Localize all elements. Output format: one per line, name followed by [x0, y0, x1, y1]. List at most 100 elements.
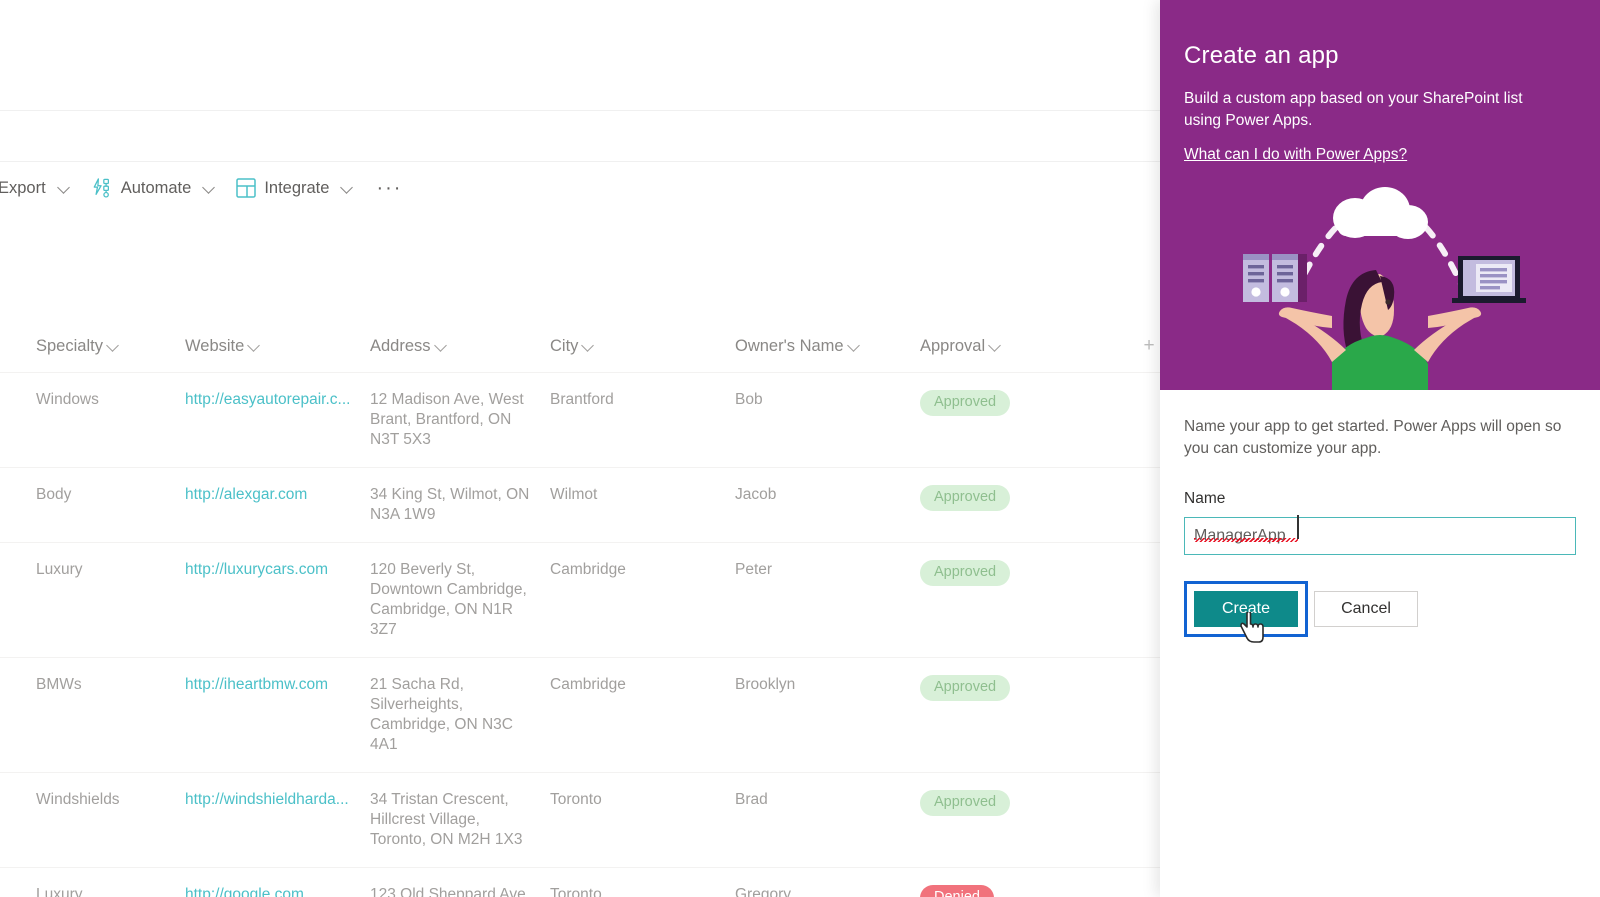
cell-city: Toronto [550, 886, 602, 897]
cell-website: http://windshieldharda... [185, 773, 370, 867]
cell-address: 120 Beverly St, Downtown Cambridge, Camb… [370, 561, 527, 638]
export-label: Export [0, 178, 46, 197]
cell-website: http://iheartbmw.com [185, 658, 370, 772]
cell-approval: Approved [920, 773, 1120, 867]
table-row[interactable]: Luxury http://luxurycars.com 120 Beverly S… [0, 542, 1160, 657]
integrate-button[interactable]: Integrate [226, 168, 364, 208]
chevron-down-icon [341, 182, 354, 195]
column-header-label: Owner's Name [735, 336, 844, 355]
add-column-icon[interactable]: + [1140, 336, 1158, 355]
status-badge: Denied [920, 885, 994, 897]
divider-top [0, 110, 1160, 111]
list-toolbar: Export Automate Integrate ··· [0, 165, 1160, 211]
cell-owner-name: Jacob [735, 486, 777, 503]
chevron-down-icon [107, 340, 120, 353]
server-icon [1243, 254, 1307, 302]
status-badge: Approved [920, 390, 1011, 416]
panel-title: Create an app [1184, 42, 1339, 69]
panel-body-description: Name your app to get started. Power Apps… [1184, 418, 1562, 457]
chevron-down-icon [248, 340, 261, 353]
website-link[interactable]: http://iheartbmw.com [185, 676, 328, 693]
status-badge: Approved [920, 790, 1011, 816]
list-table: Specialty Website Address City Owner's N… [0, 320, 1160, 897]
name-field-label: Name [1184, 490, 1226, 507]
cell-owner-name: Peter [735, 561, 773, 578]
create-button[interactable]: Create [1194, 591, 1298, 627]
cell-website: http://google.com [185, 868, 370, 897]
cell-approval: Approved [920, 658, 1120, 772]
cell-specialty: Windows [36, 391, 99, 408]
create-app-panel: Create an app Build a custom app based o… [1160, 0, 1600, 897]
website-link[interactable]: http://alexgar.com [185, 486, 307, 503]
cell-specialty: Body [36, 486, 72, 503]
more-options-button[interactable]: ··· [364, 178, 414, 198]
cloud-icon [1333, 187, 1428, 239]
table-row[interactable]: Body http://alexgar.com 34 King St, Wilmot… [0, 467, 1160, 542]
cell-website: http://alexgar.com [185, 468, 370, 542]
cell-website: http://easyautorepair.c... [185, 373, 370, 467]
table-row[interactable]: Windshields http://windshieldharda... 34 T… [0, 772, 1160, 867]
cell-owner-name: Gregory [735, 886, 791, 897]
cell-approval: Approved [920, 543, 1120, 657]
cell-city: Brantford [550, 391, 614, 408]
export-button[interactable]: Export [0, 168, 81, 208]
website-link[interactable]: http://google.com [185, 886, 304, 897]
automate-button[interactable]: Automate [81, 168, 227, 208]
cell-specialty: BMWs [36, 676, 82, 693]
status-badge: Approved [920, 560, 1011, 586]
cell-approval: Approved [920, 468, 1120, 542]
automate-label: Automate [120, 178, 192, 197]
cell-specialty: Luxury [36, 561, 83, 578]
create-button-focus-ring: Create [1184, 581, 1308, 637]
integrate-label: Integrate [264, 178, 330, 197]
column-header-website[interactable]: Website [185, 337, 370, 356]
cell-owner-name: Bob [735, 391, 763, 408]
chevron-down-icon [58, 182, 71, 195]
cell-approval: Denied [920, 868, 1120, 897]
panel-header: Create an app Build a custom app based o… [1160, 0, 1600, 390]
app-name-input[interactable] [1184, 517, 1576, 555]
sharepoint-list-area: Export Automate Integrate ··· Specialty … [0, 0, 1160, 897]
table-row[interactable]: BMWs http://iheartbmw.com 21 Sacha Rd, Sil… [0, 657, 1160, 772]
cell-owner-name: Brooklyn [735, 676, 796, 693]
website-link[interactable]: http://luxurycars.com [185, 561, 328, 578]
column-header-label: Address [370, 336, 431, 355]
person-illustration [1278, 270, 1482, 390]
integrate-icon [236, 178, 257, 198]
column-header-label: Website [185, 336, 245, 355]
cell-address: 34 Tristan Crescent, Hillcrest Village, … [370, 791, 523, 848]
column-header-city[interactable]: City [550, 337, 735, 356]
chevron-down-icon [989, 340, 1002, 353]
column-header-specialty[interactable]: Specialty [0, 337, 185, 356]
website-link[interactable]: http://easyautorepair.c... [185, 391, 350, 408]
name-input-wrapper [1184, 508, 1576, 555]
automate-icon [91, 178, 113, 198]
table-header-row: Specialty Website Address City Owner's N… [0, 320, 1160, 372]
status-badge: Approved [920, 675, 1011, 701]
cell-city: Wilmot [550, 486, 598, 503]
website-link[interactable]: http://windshieldharda... [185, 791, 349, 808]
cell-city: Cambridge [550, 561, 626, 578]
cell-address: 21 Sacha Rd, Silverheights, Cambridge, O… [370, 676, 513, 753]
cancel-button[interactable]: Cancel [1314, 591, 1418, 627]
column-header-owner-name[interactable]: Owner's Name [735, 337, 920, 356]
table-row[interactable]: Windows http://easyautorepair.c... 12 Madi… [0, 372, 1160, 467]
column-header-address[interactable]: Address [370, 337, 550, 356]
cell-website: http://luxurycars.com [185, 543, 370, 657]
status-badge: Approved [920, 485, 1011, 511]
app-root: Export Automate Integrate ··· Specialty … [0, 0, 1600, 897]
column-header-label: Approval [920, 336, 986, 355]
table-row[interactable]: Luxury http://google.com 123 Old Sheppard … [0, 867, 1160, 897]
panel-description: Build a custom app based on your SharePo… [1184, 90, 1523, 129]
chevron-down-icon [582, 340, 595, 353]
cell-specialty: Windshields [36, 791, 120, 808]
screen-icon [1452, 256, 1526, 303]
panel-body: Name your app to get started. Power Apps… [1160, 390, 1600, 637]
chevron-down-icon [203, 182, 216, 195]
divider-toolbar [0, 161, 1160, 162]
column-header-label: Specialty [36, 336, 103, 355]
power-apps-help-link[interactable]: What can I do with Power Apps? [1184, 146, 1407, 164]
column-header-approval[interactable]: Approval [920, 337, 1120, 356]
table-body: Windows http://easyautorepair.c... 12 Madi… [0, 372, 1160, 897]
cell-address: 12 Madison Ave, West Brant, Brantford, O… [370, 391, 524, 448]
